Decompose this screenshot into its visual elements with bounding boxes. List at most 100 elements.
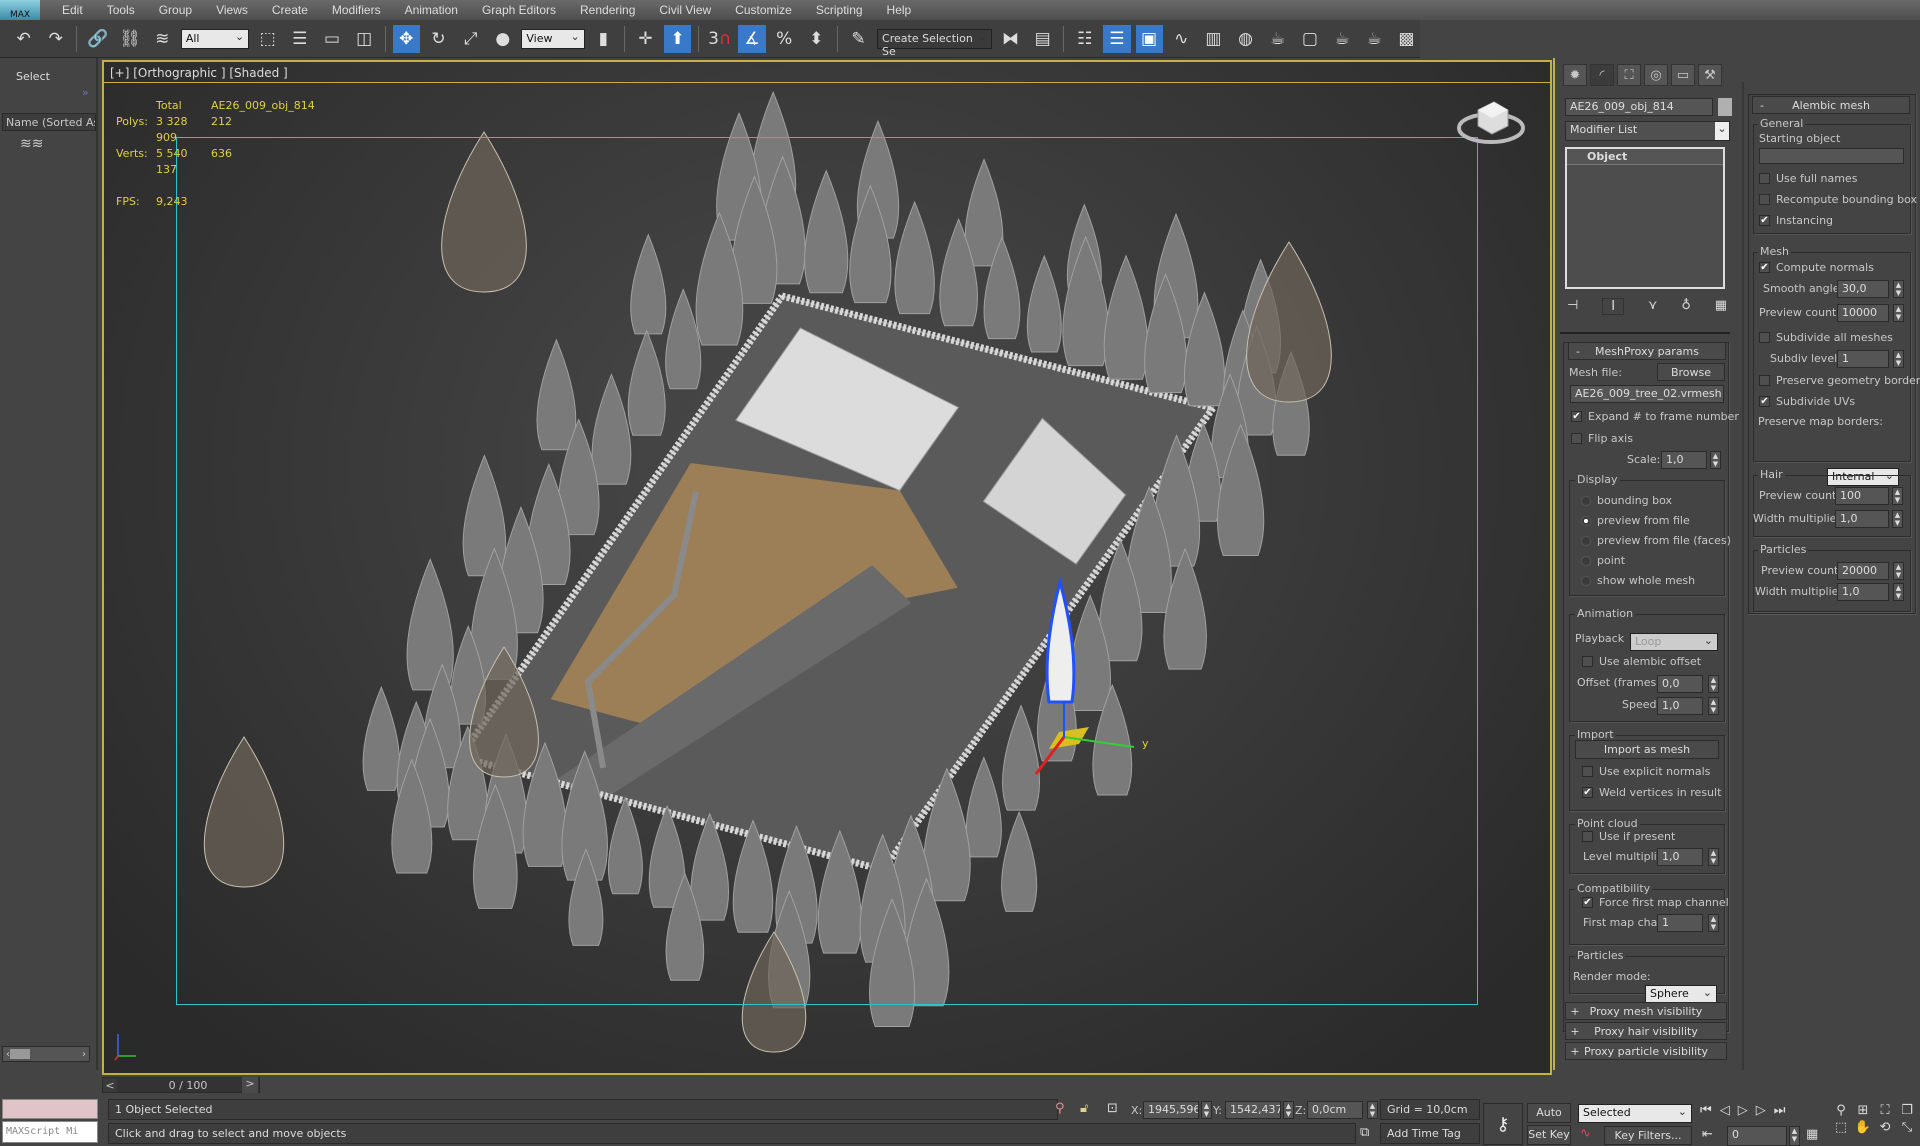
rollout-proxy-mesh-visibility[interactable]: + Proxy mesh visibility	[1565, 1002, 1727, 1020]
level-multiplier-spinner[interactable]: ▲ ▼	[1708, 848, 1719, 866]
curve-editor-icon[interactable]: ∿	[1168, 25, 1195, 53]
key-filters-button[interactable]: Key Filters...	[1604, 1126, 1692, 1145]
checkbox-box[interactable]	[1759, 332, 1770, 343]
link-icon[interactable]: 🔗	[84, 25, 111, 53]
scene-explorer-icon[interactable]: ☷	[1071, 25, 1098, 53]
bind-space-warp-icon[interactable]: ≋	[149, 25, 176, 53]
checkbox-box[interactable]	[1759, 194, 1770, 205]
stack-item-object[interactable]: Object	[1567, 149, 1723, 165]
subdivide-uvs-checkbox[interactable]: ✔ Subdivide UVs	[1759, 395, 1855, 408]
go-to-end-icon[interactable]: ⏭	[1774, 1103, 1786, 1118]
name-column-header[interactable]: Name (Sorted Asc	[2, 113, 96, 131]
rectangular-selection-icon[interactable]: ▭	[318, 25, 345, 53]
modify-icon[interactable]: ◜	[1590, 64, 1614, 86]
previous-frame-icon[interactable]: ◁	[1720, 1103, 1730, 1118]
mesh-file-field[interactable]: AE26_009_tree_02.vrmesh	[1570, 385, 1724, 403]
absolute-mode-transform-icon[interactable]: ⊡	[1107, 1101, 1118, 1116]
hair-width-field[interactable]: 1,0	[1835, 510, 1889, 528]
motion-icon[interactable]: ◎	[1644, 64, 1668, 86]
render-setup-icon[interactable]: ☕	[1264, 25, 1291, 53]
checkbox-box[interactable]	[1582, 766, 1593, 777]
angle-snap-icon[interactable]: ∡	[738, 24, 766, 53]
pan-icon[interactable]: ✋	[1852, 1120, 1874, 1135]
smooth-angle-field[interactable]: 30,0	[1837, 280, 1889, 298]
use-full-names-checkbox[interactable]: Use full names	[1759, 172, 1857, 185]
viewport-orthographic[interactable]: y [+] [Orthographic ] [Shaded ] Total AE2…	[102, 60, 1552, 1075]
time-slider-next[interactable]: >	[242, 1077, 258, 1093]
zoom-extents-all-icon[interactable]: ❐	[1896, 1103, 1918, 1118]
subdivide-all-checkbox[interactable]: Subdivide all meshes	[1759, 331, 1893, 344]
add-time-tag-button[interactable]: Add Time Tag	[1380, 1123, 1480, 1144]
toggle-ribbon-icon[interactable]: ▣	[1135, 24, 1163, 53]
preview-count-spinner[interactable]: ▲ ▼	[1893, 304, 1904, 322]
modifier-list-dropdown[interactable]: Modifier List ⌄	[1565, 121, 1730, 141]
subdiv-level-field[interactable]: 1	[1837, 350, 1889, 368]
pivot-center-icon[interactable]: ▮	[590, 25, 617, 53]
radio-button[interactable]	[1581, 575, 1591, 586]
time-slider[interactable]: < 0 / 100	[102, 1077, 260, 1093]
menu-create[interactable]: Create	[260, 3, 320, 17]
x-coordinate-field[interactable]: 1945,596c	[1143, 1101, 1199, 1119]
checkbox-box[interactable]: ✔	[1571, 411, 1582, 422]
checkbox-box[interactable]	[1759, 375, 1770, 386]
particles-width-spinner[interactable]: ▲ ▼	[1893, 583, 1904, 601]
current-frame-field[interactable]: 0	[1727, 1126, 1787, 1146]
auto-key-button[interactable]: Auto Key	[1527, 1103, 1571, 1136]
viewcube[interactable]	[1456, 92, 1526, 152]
zoom-all-icon[interactable]: ⊞	[1852, 1103, 1874, 1118]
redo-icon[interactable]: ↷	[42, 25, 69, 53]
go-to-start-icon[interactable]: ⏮	[1700, 1103, 1712, 1118]
scroll-right-icon[interactable]: ›	[82, 1049, 86, 1060]
maximize-viewport-icon[interactable]: ⤡	[1896, 1120, 1918, 1135]
layers-icon[interactable]: ≋≋	[20, 136, 43, 152]
playback-dropdown[interactable]: Loop	[1630, 633, 1718, 651]
instancing-checkbox[interactable]: ✔ Instancing	[1759, 214, 1833, 227]
app-menu-button[interactable]: MAX	[0, 0, 40, 20]
align-icon[interactable]: ▤	[1029, 25, 1056, 53]
scale-field[interactable]: 1,0	[1661, 451, 1707, 469]
time-slider-prev[interactable]: <	[103, 1079, 117, 1092]
menu-edit[interactable]: Edit	[50, 3, 95, 17]
select-object-icon[interactable]: ⬚	[254, 25, 281, 53]
speed-field[interactable]: 1,0	[1657, 697, 1703, 715]
render-production-icon[interactable]: ☕	[1329, 25, 1356, 53]
level-multiplier-field[interactable]: 1,0	[1657, 848, 1703, 866]
radio-button[interactable]	[1581, 535, 1591, 546]
expand-frame-checkbox[interactable]: ✔ Expand # to frame number	[1571, 410, 1739, 423]
orbit-icon[interactable]: ⟲	[1874, 1120, 1896, 1135]
menu-graph-editors[interactable]: Graph Editors	[470, 3, 568, 17]
horizontal-scrollbar[interactable]: ‹ ›	[2, 1046, 90, 1062]
explicit-normals-checkbox[interactable]: Use explicit normals	[1582, 765, 1710, 778]
key-selection-set-dropdown[interactable]: Selected	[1578, 1104, 1692, 1123]
display-radio-bounding-box[interactable]: bounding box	[1581, 494, 1672, 507]
undo-icon[interactable]: ↶	[10, 25, 37, 53]
force-first-map-checkbox[interactable]: ✔ Force first map channel	[1582, 896, 1729, 909]
menu-tools[interactable]: Tools	[95, 3, 147, 17]
scroll-thumb[interactable]	[10, 1049, 30, 1059]
expand-toolbar-icon[interactable]: »	[82, 86, 89, 99]
offset-field[interactable]: 0,0	[1657, 675, 1703, 693]
reference-coordinate-dropdown[interactable]: View	[521, 28, 585, 49]
select-and-place-icon[interactable]: ●	[489, 25, 516, 53]
checkbox-box[interactable]	[1582, 656, 1593, 667]
offset-spinner[interactable]: ▲ ▼	[1708, 675, 1719, 693]
radio-button[interactable]	[1581, 495, 1591, 506]
display-radio-point[interactable]: point	[1581, 554, 1625, 567]
select-and-rotate-icon[interactable]: ↻	[425, 25, 452, 53]
select-menu[interactable]: Select	[16, 70, 50, 83]
z-spinner[interactable]: ▲ ▼	[1367, 1101, 1378, 1119]
zoom-icon[interactable]: ⚲	[1830, 1103, 1852, 1118]
remove-modifier-icon[interactable]: ♁	[1681, 298, 1691, 315]
set-key-button[interactable]: Set Key	[1527, 1125, 1571, 1145]
configure-modifier-sets-icon[interactable]: ▦	[1715, 298, 1727, 315]
select-and-scale-icon[interactable]: ⤢	[457, 25, 484, 53]
object-name-field[interactable]: AE26_009_obj_814	[1565, 98, 1713, 116]
preserve-geometry-checkbox[interactable]: Preserve geometry borders	[1759, 374, 1920, 387]
hierarchy-icon[interactable]: ⛶	[1617, 64, 1641, 86]
display-icon[interactable]: ▭	[1671, 64, 1695, 86]
edit-named-selections-icon[interactable]: ✎	[845, 25, 872, 53]
hair-width-spinner[interactable]: ▲ ▼	[1892, 510, 1903, 528]
layer-explorer-icon[interactable]: ☰	[1103, 24, 1131, 53]
current-frame-spinner[interactable]: ▲ ▼	[1789, 1126, 1800, 1146]
play-icon[interactable]: ▷	[1738, 1103, 1748, 1118]
